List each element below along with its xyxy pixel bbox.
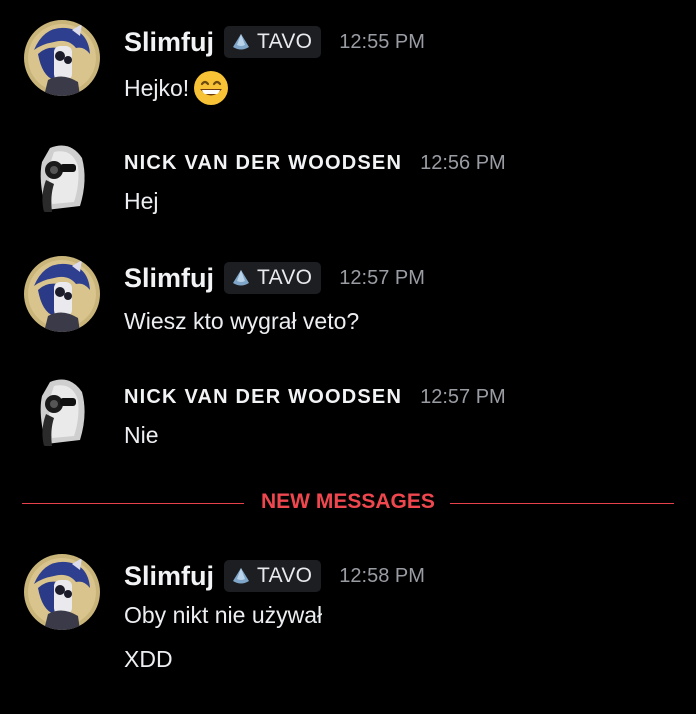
user-avatar-slimfuj[interactable]: [24, 256, 100, 332]
message-header: NICK VAN DER WOODSEN 12:57 PM: [124, 386, 506, 409]
new-messages-divider: NEW MESSAGES: [22, 488, 674, 518]
clan-tag-label: TAVO: [257, 30, 313, 53]
avatar-image: [24, 554, 100, 630]
message-text: Hej: [124, 188, 159, 214]
timestamp: 12:58 PM: [339, 564, 425, 587]
user-avatar-nick[interactable]: [24, 374, 100, 450]
avatar-image: [24, 374, 100, 450]
timestamp: 12:57 PM: [339, 266, 425, 289]
message-text: Nie: [124, 422, 159, 448]
divider-line-left: [22, 503, 244, 504]
clan-tag-label: TAVO: [257, 266, 313, 289]
message-header: Slimfuj TAVO 12:58 PM: [124, 560, 425, 592]
water-drop-icon: [233, 270, 250, 286]
user-avatar-nick[interactable]: [24, 140, 100, 216]
author-name[interactable]: Slimfuj: [124, 263, 214, 294]
message-header: Slimfuj TAVO 12:57 PM: [124, 262, 425, 294]
message-text-content: Hejko!: [124, 74, 190, 101]
water-drop-icon: [233, 568, 250, 584]
author-name[interactable]: Slimfuj: [124, 561, 214, 592]
message-text: Wiesz kto wygrał veto?: [124, 308, 360, 334]
user-avatar-slimfuj[interactable]: [24, 554, 100, 630]
clan-tag-label: TAVO: [257, 564, 313, 587]
avatar-image: [24, 140, 100, 216]
author-name[interactable]: Slimfuj: [124, 27, 214, 58]
avatar-image: [24, 256, 100, 332]
grinning-smile-emoji: [194, 71, 229, 105]
message-header: NICK VAN DER WOODSEN 12:56 PM: [124, 152, 506, 175]
divider-line-right: [450, 503, 674, 504]
timestamp: 12:55 PM: [339, 30, 425, 53]
timestamp: 12:56 PM: [420, 152, 506, 174]
timestamp: 12:57 PM: [420, 386, 506, 408]
user-avatar-slimfuj[interactable]: [24, 20, 100, 96]
message-text: XDD: [124, 646, 173, 672]
clan-tag[interactable]: TAVO: [224, 262, 322, 294]
message-header: Slimfuj TAVO 12:55 PM: [124, 26, 425, 58]
author-name[interactable]: NICK VAN DER WOODSEN: [124, 152, 402, 175]
message-text: Hejko!: [124, 70, 229, 106]
author-name[interactable]: NICK VAN DER WOODSEN: [124, 386, 402, 409]
clan-tag[interactable]: TAVO: [224, 26, 322, 58]
message-text: Oby nikt nie używał: [124, 602, 323, 628]
clan-tag[interactable]: TAVO: [224, 560, 322, 592]
avatar-image: [24, 20, 100, 96]
water-drop-icon: [233, 34, 250, 50]
new-messages-label: NEW MESSAGES: [261, 490, 435, 513]
